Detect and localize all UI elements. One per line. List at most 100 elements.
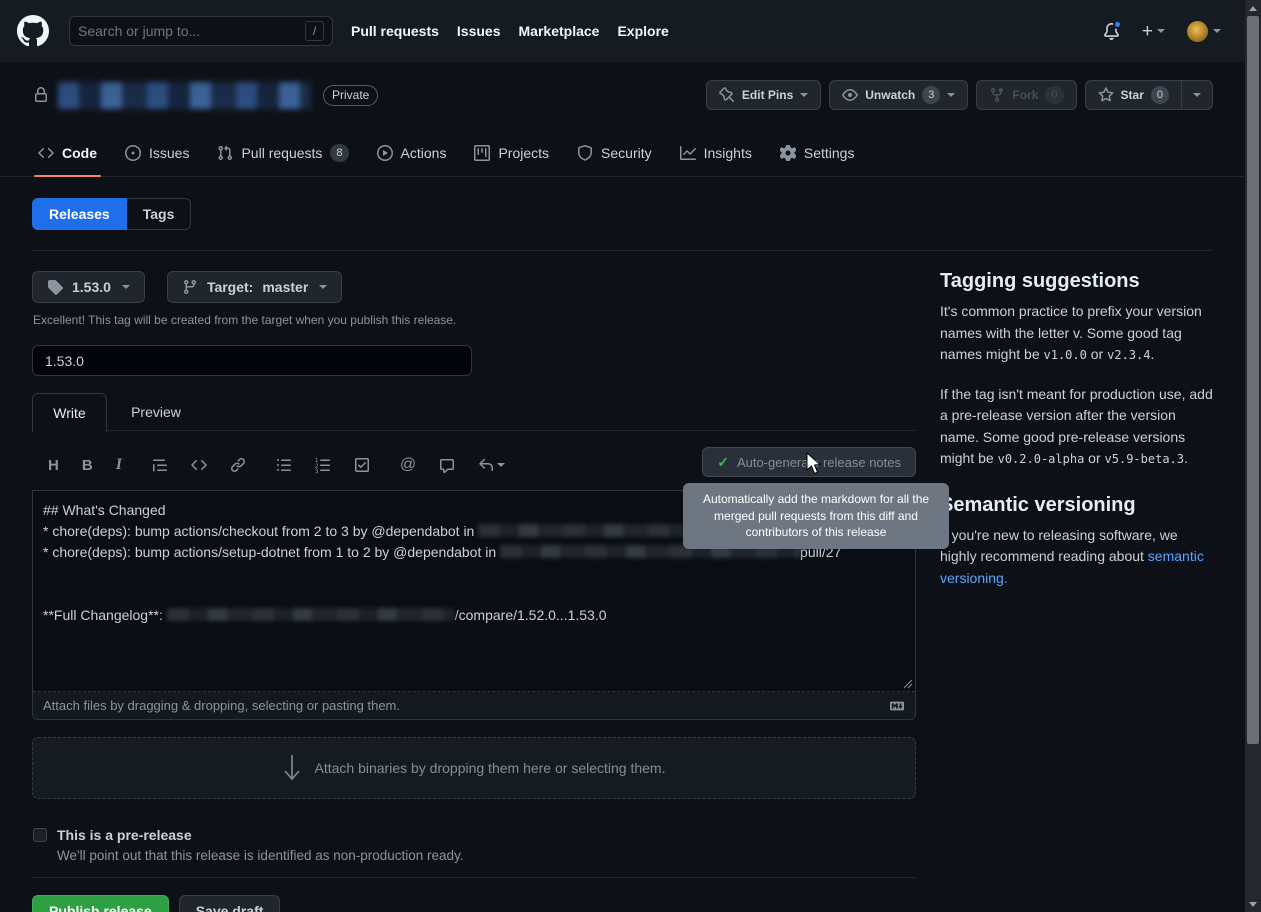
global-nav-links: Pull requests Issues Marketplace Explore	[351, 23, 669, 39]
tab-security[interactable]: Security	[563, 130, 666, 176]
visibility-badge: Private	[323, 85, 378, 106]
prerelease-checkbox[interactable]	[33, 828, 47, 842]
resize-grip[interactable]	[903, 679, 913, 689]
branch-icon	[182, 279, 198, 295]
tab-pull-requests[interactable]: Pull requests 8	[203, 130, 362, 176]
tab-preview[interactable]: Preview	[110, 393, 202, 431]
markdown-icon	[888, 699, 906, 713]
tagging-suggestions-title: Tagging suggestions	[940, 270, 1214, 293]
autogen-tooltip: Automatically add the markdown for all t…	[683, 483, 949, 549]
bold-icon[interactable]: B	[82, 457, 93, 474]
tab-code[interactable]: Code	[24, 130, 111, 176]
attach-files-text: Attach files by dragging & dropping, sel…	[43, 698, 400, 713]
prerelease-section: This is a pre-release We'll point out th…	[33, 827, 464, 863]
chevron-down-icon	[1157, 29, 1165, 33]
releases-toggle-button[interactable]: Releases	[32, 198, 127, 230]
cross-reference-icon[interactable]	[439, 457, 455, 473]
nav-link-issues[interactable]: Issues	[457, 23, 501, 39]
star-button[interactable]: Star 0	[1085, 80, 1182, 110]
search-input[interactable]	[78, 23, 305, 39]
scroll-up-arrow[interactable]	[1249, 6, 1257, 11]
target-branch-value: master	[262, 279, 308, 295]
mention-icon[interactable]: @	[400, 456, 416, 474]
nav-link-explore[interactable]: Explore	[617, 23, 668, 39]
tagging-paragraph-1: It's common practice to prefix your vers…	[940, 301, 1214, 367]
plus-icon: +	[1142, 22, 1153, 41]
lock-icon	[33, 87, 49, 103]
publish-release-button[interactable]: Publish release	[32, 895, 169, 912]
fork-count-badge: 0	[1045, 86, 1063, 104]
star-icon	[1098, 87, 1114, 103]
notifications-bell-icon[interactable]	[1103, 23, 1120, 40]
star-dropdown-button[interactable]	[1181, 80, 1213, 110]
unwatch-button[interactable]: Unwatch 3	[829, 80, 968, 110]
repo-header: Private Edit Pins Unwatch 3 Fork 0	[33, 78, 1213, 112]
italic-icon[interactable]: I	[116, 456, 122, 474]
attach-files-footer[interactable]: Attach files by dragging & dropping, sel…	[33, 692, 915, 719]
edit-pins-button[interactable]: Edit Pins	[706, 80, 821, 110]
unread-notification-dot	[1113, 20, 1122, 29]
create-new-dropdown[interactable]: +	[1142, 22, 1165, 41]
code-icon	[38, 145, 54, 161]
code-icon[interactable]	[191, 457, 207, 473]
tab-actions[interactable]: Actions	[363, 130, 461, 176]
repo-action-buttons: Edit Pins Unwatch 3 Fork 0 Star 0	[706, 80, 1213, 110]
edit-pins-label: Edit Pins	[742, 88, 793, 102]
nav-link-pull-requests[interactable]: Pull requests	[351, 23, 439, 39]
tab-insights[interactable]: Insights	[666, 130, 766, 176]
semantic-versioning-paragraph: If you're new to releasing software, we …	[940, 525, 1214, 590]
save-draft-button[interactable]: Save draft	[179, 895, 281, 912]
tags-toggle-button[interactable]: Tags	[127, 198, 192, 230]
editor-tab-bar: Write Preview	[32, 393, 916, 431]
tab-settings[interactable]: Settings	[766, 130, 869, 176]
page-scrollbar[interactable]	[1245, 0, 1261, 912]
redacted-repo-name[interactable]	[58, 82, 311, 109]
nav-link-marketplace[interactable]: Marketplace	[519, 23, 600, 39]
tag-version-value: 1.53.0	[72, 279, 111, 295]
heading-icon[interactable]: H	[48, 457, 59, 474]
release-title-input[interactable]	[32, 345, 472, 376]
tab-projects[interactable]: Projects	[460, 130, 563, 176]
svg-text:3: 3	[315, 469, 319, 473]
pin-icon	[719, 87, 735, 103]
tag-version-dropdown[interactable]: 1.53.0	[32, 271, 145, 303]
github-logo-icon[interactable]	[17, 15, 49, 47]
dropzone-text: Attach binaries by dropping them here or…	[315, 760, 666, 776]
star-split-button: Star 0	[1085, 80, 1213, 110]
tab-write[interactable]: Write	[32, 393, 107, 432]
fork-button[interactable]: Fork 0	[976, 80, 1076, 110]
bullet-list-icon[interactable]	[276, 457, 292, 473]
scroll-down-arrow[interactable]	[1249, 902, 1257, 907]
fork-icon	[989, 87, 1005, 103]
shield-icon	[577, 145, 593, 161]
target-label: Target:	[207, 279, 253, 295]
tab-issues[interactable]: Issues	[111, 130, 203, 176]
binary-dropzone[interactable]: Attach binaries by dropping them here or…	[32, 737, 916, 799]
link-icon[interactable]	[230, 457, 246, 473]
quote-icon[interactable]	[152, 457, 168, 473]
user-menu[interactable]	[1187, 21, 1221, 42]
reply-icon[interactable]	[478, 457, 505, 473]
chevron-down-icon	[800, 93, 808, 97]
chevron-down-icon	[497, 463, 505, 467]
numbered-list-icon[interactable]: 123	[315, 457, 331, 473]
tab-insights-label: Insights	[704, 145, 752, 161]
semantic-versioning-title: Semantic versioning	[940, 494, 1214, 517]
mouse-cursor	[806, 452, 824, 476]
task-list-icon[interactable]	[354, 457, 370, 473]
watch-count-badge: 3	[922, 86, 940, 104]
top-navbar: / Pull requests Issues Marketplace Explo…	[0, 0, 1245, 62]
actions-play-icon	[377, 145, 393, 161]
unwatch-label: Unwatch	[865, 88, 915, 102]
target-branch-dropdown[interactable]: Target: master	[167, 271, 342, 303]
tag-helper-text: Excellent! This tag will be created from…	[33, 313, 456, 327]
tagging-paragraph-2: If the tag isn't meant for production us…	[940, 384, 1214, 471]
prerelease-label[interactable]: This is a pre-release	[57, 827, 192, 843]
pull-requests-count-badge: 8	[330, 144, 348, 162]
repo-tab-nav: Code Issues Pull requests 8 Actions Proj…	[0, 130, 1245, 177]
body-line-4: **Full Changelog**: /compare/1.52.0...1.…	[43, 605, 905, 626]
markdown-toolbar: H B I 123 @	[32, 445, 916, 485]
scrollbar-thumb[interactable]	[1247, 16, 1259, 744]
chevron-down-icon	[122, 285, 130, 289]
github-release-page: / Pull requests Issues Marketplace Explo…	[0, 0, 1261, 912]
